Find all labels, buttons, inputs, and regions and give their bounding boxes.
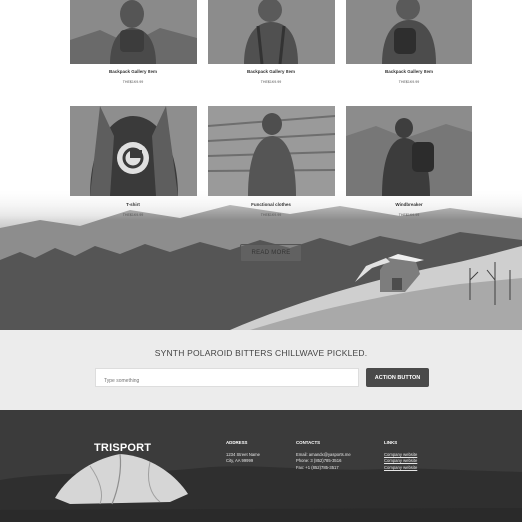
product-title[interactable]: Backpack Gallery Item — [346, 69, 472, 74]
contact-email: Email: amandx@yasports.me — [296, 451, 351, 457]
footer: TRISPORT ADDRESS 1234 Street Name City, … — [0, 410, 522, 522]
links-heading: LINKS — [384, 440, 398, 445]
address-line: City, AA 99999 — [226, 458, 254, 464]
footer-link[interactable]: Company website — [384, 452, 417, 459]
hero-section: Backpack Gallery Item THE$1K9.99 Backpac… — [0, 0, 522, 330]
action-button[interactable]: ACTION BUTTON — [366, 368, 429, 387]
footer-contacts: CONTACTS Email: amandx@yasports.me Phone… — [296, 440, 351, 471]
contacts-heading: CONTACTS — [296, 440, 321, 445]
tent-background — [0, 410, 522, 522]
brand-logo[interactable]: TRISPORT — [94, 442, 151, 454]
product-title[interactable]: Backpack Gallery Item — [70, 69, 196, 74]
product-image[interactable] — [208, 0, 335, 64]
product-price: THE$1K9.99 — [122, 213, 144, 217]
footer-links: LINKS Company website Company website Co… — [384, 440, 417, 471]
cta-section: SYNTH POLAROID BITTERS CHILLWAVE PICKLED… — [0, 330, 522, 410]
product-title[interactable]: Backpack Gallery Item — [208, 69, 334, 74]
address-heading: ADDRESS — [226, 440, 248, 445]
cta-text-input[interactable] — [96, 372, 358, 390]
product-price: THE$1K9.99 — [260, 213, 282, 217]
product-image[interactable] — [208, 106, 335, 196]
address-line: 1234 Street Name — [226, 451, 260, 457]
cta-input-wrapper[interactable] — [95, 368, 359, 390]
product-price: THE$1K9.99 — [398, 213, 420, 217]
product-title[interactable]: T-shirt — [70, 202, 196, 207]
product-price: THE$1K9.99 — [398, 80, 420, 84]
footer-address: ADDRESS 1234 Street Name City, AA 99999 — [226, 440, 260, 465]
product-title[interactable]: Windbreaker — [346, 202, 472, 207]
product-title[interactable]: Functional clothes — [208, 202, 334, 207]
footer-link[interactable]: Company website — [384, 458, 417, 465]
product-price: THE$1K9.99 — [260, 80, 282, 84]
contact-fax: Fax: +1 (852)785-3517 — [296, 464, 339, 470]
contact-phone: Phone: 3 (852)785-3516 — [296, 458, 342, 464]
product-price: THE$1K9.99 — [122, 80, 144, 84]
product-image[interactable] — [70, 0, 197, 64]
product-image[interactable] — [346, 0, 472, 64]
footer-link[interactable]: Company website — [384, 465, 417, 472]
cta-headline: SYNTH POLAROID BITTERS CHILLWAVE PICKLED… — [154, 348, 368, 358]
read-more-button[interactable]: READ MORE — [240, 244, 302, 262]
product-image[interactable] — [70, 106, 197, 196]
product-image[interactable] — [346, 106, 472, 196]
